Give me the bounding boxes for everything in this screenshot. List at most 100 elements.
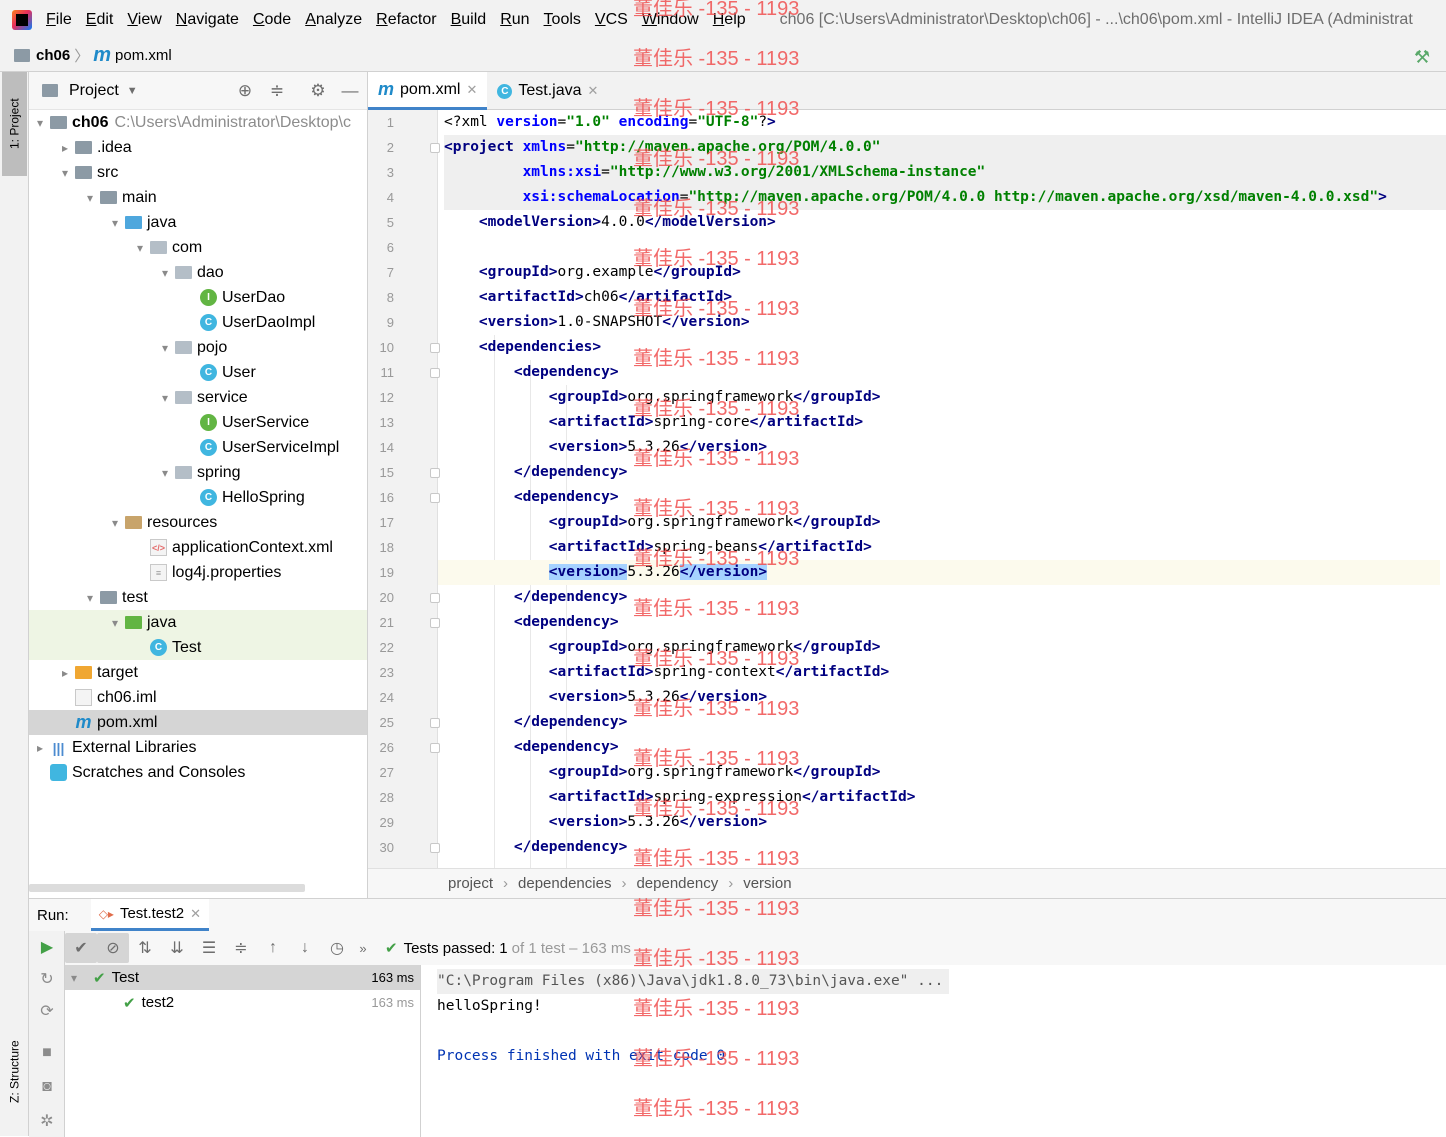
tree-item[interactable]: ▾ main <box>29 185 367 210</box>
tree-item[interactable]: C UserServiceImpl <box>29 435 367 460</box>
rerun-icon[interactable]: ▶ <box>37 937 57 957</box>
menu-navigate[interactable]: Navigate <box>176 11 239 29</box>
nav-file[interactable]: pom.xml <box>115 47 172 64</box>
close-icon[interactable]: ✕ <box>466 82 477 98</box>
chevron-down-icon[interactable]: ▾ <box>71 971 85 985</box>
line-number: 21 <box>379 615 394 630</box>
tree-item[interactable]: ▾ test <box>29 585 367 610</box>
test-row[interactable]: ✔ test2 163 ms <box>65 990 420 1015</box>
crumb-version[interactable]: version <box>743 875 791 892</box>
sort-alpha-icon[interactable]: ⇅ <box>129 933 161 963</box>
show-passed-icon[interactable]: ✔ <box>65 933 97 963</box>
tree-item[interactable]: ▾ spring <box>29 460 367 485</box>
collapse-all-icon[interactable]: ≑ <box>266 80 288 102</box>
chevron-down-icon[interactable]: ▾ <box>83 191 97 205</box>
sort-duration-icon[interactable]: ⇊ <box>161 933 193 963</box>
code-area[interactable]: <?xml version="1.0" encoding="UTF-8"?> <p… <box>438 110 1446 868</box>
structure-tool-tab[interactable]: Z: Structure <box>2 1032 27 1112</box>
tree-item[interactable]: C User <box>29 360 367 385</box>
crumb-dependencies[interactable]: dependencies <box>518 875 611 892</box>
camera-icon[interactable]: ◙ <box>37 1077 57 1097</box>
chevron-down-icon[interactable]: ▾ <box>158 466 172 480</box>
menu-analyze[interactable]: Analyze <box>305 11 362 29</box>
tree-item[interactable]: ▾ com <box>29 235 367 260</box>
menu-help[interactable]: Help <box>713 11 746 29</box>
expand-all-icon[interactable]: ☰ <box>193 933 225 963</box>
more-icon[interactable]: » <box>353 933 373 963</box>
tree-item[interactable]: ▾ resources <box>29 510 367 535</box>
chevron-down-icon[interactable]: ▾ <box>158 341 172 355</box>
previous-icon[interactable]: ↑ <box>257 933 289 963</box>
tree-item[interactable]: ▾ dao <box>29 260 367 285</box>
menu-tools[interactable]: Tools <box>544 11 581 29</box>
tree-item[interactable]: ≡ log4j.properties <box>29 560 367 585</box>
chevron-right-icon[interactable]: ▸ <box>33 741 47 755</box>
tree-item[interactable]: </> applicationContext.xml <box>29 535 367 560</box>
chevron-down-icon[interactable]: ▾ <box>158 391 172 405</box>
tree-item[interactable]: ch06.iml <box>29 685 367 710</box>
tree-item[interactable]: I UserDao <box>29 285 367 310</box>
tree-item[interactable]: I UserService <box>29 410 367 435</box>
close-icon[interactable]: ✕ <box>588 83 599 99</box>
tree-item[interactable]: ▾ ch06 C:\Users\Administrator\Desktop\c <box>29 110 367 135</box>
menu-vcs[interactable]: VCS <box>595 11 628 29</box>
tree-item[interactable]: ▸ target <box>29 660 367 685</box>
run-config-tab[interactable]: ◇▸ Test.test2 ✕ <box>90 899 210 931</box>
chevron-down-icon[interactable]: ▾ <box>133 241 147 255</box>
build-hammer-icon[interactable]: ⚒ <box>1414 47 1432 67</box>
next-icon[interactable]: ↓ <box>289 933 321 963</box>
tree-item[interactable]: ▾ pojo <box>29 335 367 360</box>
pkg-icon <box>175 341 192 354</box>
tree-item[interactable]: ▾ src <box>29 160 367 185</box>
tree-item[interactable]: C Test <box>29 635 367 660</box>
chevron-right-icon[interactable]: ▸ <box>58 666 72 680</box>
tree-item[interactable]: C HelloSpring <box>29 485 367 510</box>
chevron-down-icon[interactable]: ▾ <box>33 116 47 130</box>
minimize-icon[interactable]: — <box>339 80 361 102</box>
test-row[interactable]: ▾ ✔ Test 163 ms <box>65 965 420 990</box>
chevron-down-icon[interactable]: ▾ <box>83 591 97 605</box>
menu-build[interactable]: Build <box>451 11 487 29</box>
chevron-down-icon[interactable]: ▾ <box>108 216 122 230</box>
console-output[interactable]: "C:\Program Files (x86)\Java\jdk1.8.0_73… <box>437 969 1437 1129</box>
rerun-failed-icon[interactable]: ↻ <box>37 969 57 989</box>
menu-view[interactable]: View <box>127 11 161 29</box>
history-clock-icon[interactable]: ◷ <box>321 933 353 963</box>
tab-pom-xml[interactable]: m pom.xml ✕ <box>368 72 488 110</box>
chevron-down-icon[interactable]: ▾ <box>158 266 172 280</box>
chevron-right-icon[interactable]: ▸ <box>58 141 72 155</box>
tree-item[interactable]: ▾ java <box>29 210 367 235</box>
tree-item[interactable]: ▸ ||| External Libraries <box>29 735 367 760</box>
menu-refactor[interactable]: Refactor <box>376 11 436 29</box>
show-ignored-icon[interactable]: ⊘ <box>97 933 129 963</box>
chevron-down-icon[interactable]: ▼ <box>127 85 138 97</box>
menu-file[interactable]: File <box>46 11 72 29</box>
locate-icon[interactable]: ⊕ <box>234 80 256 102</box>
menu-edit[interactable]: Edit <box>86 11 114 29</box>
chevron-down-icon[interactable]: ▾ <box>108 616 122 630</box>
project-view-selector[interactable]: Project <box>69 82 119 100</box>
tree-item[interactable]: C UserDaoImpl <box>29 310 367 335</box>
chevron-down-icon[interactable]: ▾ <box>108 516 122 530</box>
tree-item[interactable]: Scratches and Consoles <box>29 760 367 785</box>
project-tool-tab[interactable]: 1: Project <box>2 72 27 176</box>
menu-code[interactable]: Code <box>253 11 291 29</box>
horizontal-scrollbar[interactable] <box>29 884 305 892</box>
collapse-all-icon[interactable]: ≑ <box>225 933 257 963</box>
chevron-down-icon[interactable]: ▾ <box>58 166 72 180</box>
stop-icon[interactable]: ■ <box>37 1043 57 1063</box>
gear-icon[interactable]: ⚙ <box>307 80 329 102</box>
close-icon[interactable]: ✕ <box>190 906 201 922</box>
menu-window[interactable]: Window <box>642 11 699 29</box>
tree-item[interactable]: m pom.xml <box>29 710 367 735</box>
crumb-project[interactable]: project <box>448 875 493 892</box>
menu-run[interactable]: Run <box>500 11 529 29</box>
tree-item[interactable]: ▸ .idea <box>29 135 367 160</box>
tree-item[interactable]: ▾ service <box>29 385 367 410</box>
nav-project[interactable]: ch06 <box>36 47 70 64</box>
settings-icon[interactable]: ✲ <box>37 1111 57 1131</box>
toggle-auto-test-icon[interactable]: ⟳ <box>37 1001 57 1021</box>
tab-test-java[interactable]: C Test.java ✕ <box>487 72 608 110</box>
tree-item[interactable]: ▾ java <box>29 610 367 635</box>
crumb-dependency[interactable]: dependency <box>636 875 718 892</box>
